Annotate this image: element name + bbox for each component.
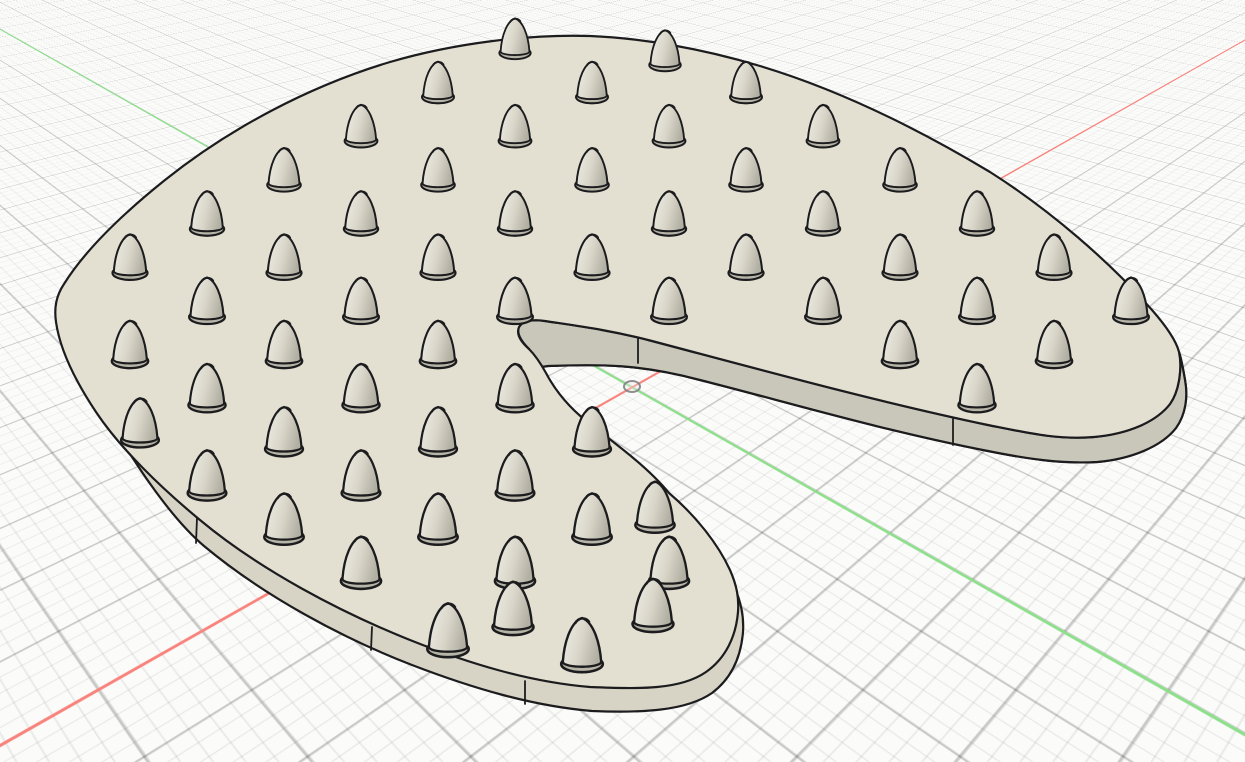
model-canvas (0, 0, 1245, 762)
spike[interactable] (499, 18, 530, 59)
cad-viewport[interactable] (0, 0, 1245, 762)
wall-seam-line (196, 518, 197, 543)
wall-seam-line (371, 627, 372, 650)
spike[interactable] (649, 30, 681, 71)
